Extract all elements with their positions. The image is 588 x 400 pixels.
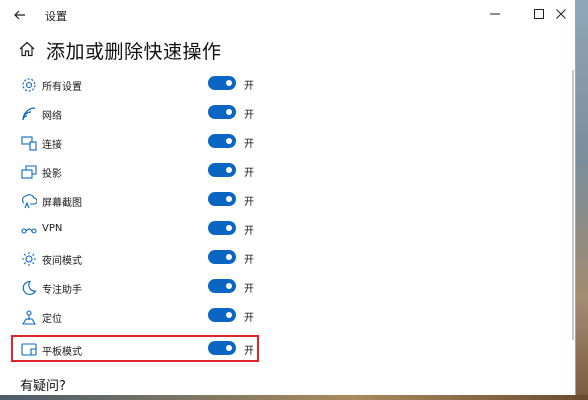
list-item-location: 定位 开 (0, 303, 576, 332)
item-label: 定位 (42, 314, 62, 325)
toggle-state: 开 (244, 197, 254, 208)
back-button[interactable] (9, 5, 31, 25)
toggle-switch[interactable] (208, 192, 236, 206)
toggle-state: 开 (244, 81, 254, 92)
list-item-night-mode: 夜间模式 开 (0, 245, 576, 274)
toggle-state: 开 (244, 168, 254, 179)
toggle-switch[interactable] (208, 163, 236, 177)
item-label: 所有设置 (42, 82, 82, 93)
wifi-icon (20, 105, 37, 122)
help-heading: 有疑问? (20, 379, 66, 394)
scrollbar[interactable] (572, 70, 574, 340)
back-arrow-icon (14, 10, 25, 20)
toggle-state: 开 (244, 226, 254, 237)
item-label: 网络 (42, 111, 62, 122)
home-icon (19, 41, 35, 57)
item-label: 屏幕截图 (42, 198, 82, 209)
item-label: 连接 (42, 140, 62, 151)
toggle-switch[interactable] (208, 221, 236, 235)
screenshot-icon (20, 192, 37, 209)
list-item-all-settings: 所有设置 开 (0, 71, 576, 100)
toggle-state: 开 (244, 284, 254, 295)
list-item-project: 投影 开 (0, 158, 576, 187)
list-item-vpn: VPN 开 (0, 216, 576, 245)
toggle-state: 开 (244, 110, 254, 121)
connect-icon (20, 134, 37, 151)
title-bar: 设置 (0, 0, 576, 30)
highlight-box (11, 335, 259, 362)
home-button[interactable] (18, 40, 36, 58)
settings-window: 设置 添加或删除快速操作 所有设置 开 网络 开 连接 开 投影 开 屏幕截图 … (0, 0, 576, 395)
item-label: VPN (42, 223, 63, 234)
gear-icon (20, 76, 37, 93)
toggle-switch[interactable] (208, 105, 236, 119)
toggle-switch[interactable] (208, 308, 236, 322)
toggle-state: 开 (244, 255, 254, 266)
close-button[interactable] (546, 2, 576, 26)
brightness-icon (20, 250, 37, 267)
desktop-background (576, 0, 588, 400)
list-item-screenshot: 屏幕截图 开 (0, 187, 576, 216)
vpn-icon (20, 221, 37, 238)
moon-icon (20, 279, 37, 296)
toggle-state: 开 (244, 139, 254, 150)
list-item-focus-assist: 专注助手 开 (0, 274, 576, 303)
minimize-icon (490, 13, 500, 15)
toggle-switch[interactable] (208, 279, 236, 293)
list-item-network: 网络 开 (0, 100, 576, 129)
item-label: 专注助手 (42, 285, 82, 296)
desktop-background-bottom (0, 395, 588, 400)
page-title: 添加或删除快速操作 (46, 41, 222, 63)
minimize-button[interactable] (480, 2, 510, 26)
toggle-switch[interactable] (208, 76, 236, 90)
toggle-switch[interactable] (208, 250, 236, 264)
item-label: 夜间模式 (42, 256, 82, 267)
item-label: 投影 (42, 169, 62, 180)
toggle-switch[interactable] (208, 134, 236, 148)
location-icon (20, 308, 37, 325)
toggle-state: 开 (244, 313, 254, 324)
project-icon (20, 163, 37, 180)
list-item-connect: 连接 开 (0, 129, 576, 158)
close-icon (556, 9, 566, 19)
maximize-icon (534, 9, 544, 19)
window-title: 设置 (45, 10, 67, 23)
